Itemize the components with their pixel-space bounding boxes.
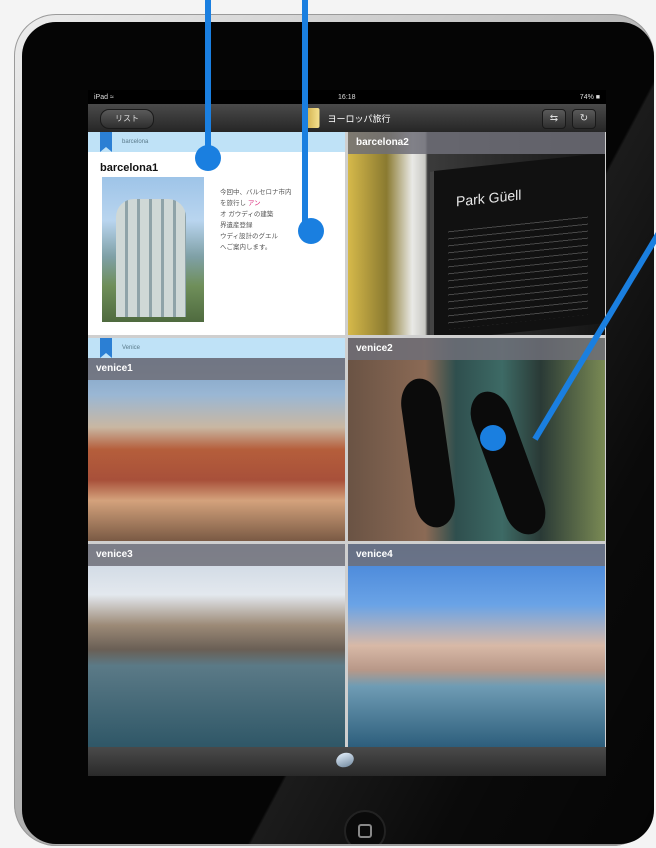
grid-cell-venice3[interactable]: venice3: [88, 544, 345, 747]
photo-grid: barcelona barcelona1 今回中、バルセロナ市内 を旅行し アン…: [88, 132, 606, 747]
page-curl-icon[interactable]: [334, 750, 356, 770]
status-bar: iPad ≈ 16:18 74% ■: [88, 90, 606, 104]
grid-cell-venice1[interactable]: Venice venice1: [88, 338, 345, 541]
home-square-icon: [358, 824, 372, 838]
callout-line: [205, 0, 211, 158]
list-back-button[interactable]: リスト: [100, 109, 154, 129]
callout-dot: [195, 145, 221, 171]
nav-title-group: ヨーロッパ旅行: [303, 104, 391, 132]
app-screen: iPad ≈ 16:18 74% ■ リスト ヨーロッパ旅行 ⇆ ↻ barce…: [88, 90, 606, 776]
callout-dot: [298, 218, 324, 244]
grid-cell-venice2[interactable]: venice2: [348, 338, 605, 541]
desc-line: オ ガウディの建築: [220, 211, 274, 218]
venice-palaces-photo: [348, 544, 605, 747]
page-title: ヨーロッパ旅行: [327, 113, 391, 124]
section-header-venice: Venice: [88, 338, 345, 358]
desc-text: を旅行し: [220, 200, 246, 207]
desc-highlight: アン: [247, 200, 261, 207]
callout-dot: [480, 425, 506, 451]
cell-title: venice4: [348, 544, 605, 566]
grid-cell-venice4[interactable]: venice4: [348, 544, 605, 747]
building-facade: [116, 199, 186, 317]
grid-cell-barcelona2[interactable]: Park Güell barcelona2: [348, 132, 605, 335]
cell-title: venice1: [88, 358, 345, 380]
cell-description: 今回中、バルセロナ市内 を旅行し アン オ ガウディの建築 界遺産登録 ウディ設…: [220, 187, 340, 253]
home-button[interactable]: [344, 810, 386, 844]
gondola-canal-photo: [348, 338, 605, 541]
callout-line: [302, 0, 308, 230]
desc-line: 今回中、バルセロナ市内: [220, 189, 292, 196]
cell-title: venice2: [348, 338, 605, 360]
cell-title: venice3: [88, 544, 345, 566]
bottom-toolbar: [88, 747, 606, 776]
sign-text-lines: [448, 214, 588, 330]
cell-title: barcelona1: [100, 162, 159, 174]
desc-line: を旅行し アン: [220, 198, 340, 209]
desc-line: へご案内します。: [220, 244, 272, 251]
nav-actions: ⇆ ↻: [542, 109, 596, 129]
refresh-button[interactable]: ↻: [572, 109, 596, 129]
navigation-bar: リスト ヨーロッパ旅行 ⇆ ↻: [88, 104, 606, 133]
carrier-label: iPad ≈: [94, 93, 114, 101]
clock: 16:18: [338, 93, 356, 101]
battery-indicator: 74% ■: [579, 93, 600, 101]
cell-title: barcelona2: [348, 132, 605, 154]
casa-batllo-photo: [102, 177, 204, 322]
share-button[interactable]: ⇆: [542, 109, 566, 129]
grand-canal-photo: [88, 544, 345, 747]
